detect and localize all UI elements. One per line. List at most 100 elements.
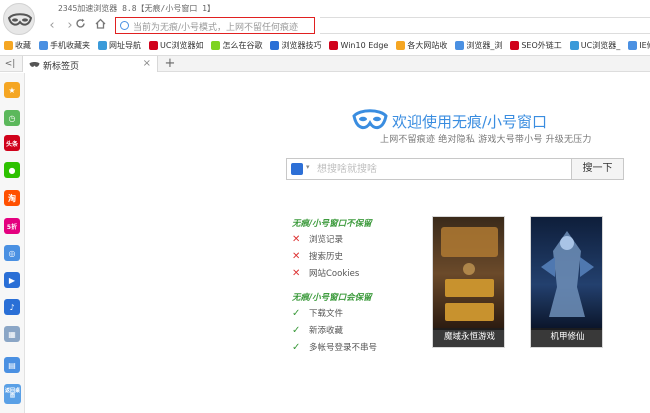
bookmark-item[interactable]: 手机收藏夹 — [39, 40, 90, 51]
bookmark-favicon-icon — [396, 41, 406, 50]
bookmark-label: 收藏 — [15, 41, 31, 50]
bookmark-label: 怎么在谷歌 — [222, 41, 263, 50]
address-placeholder: 当前为无痕/小号模式，上网不留任何痕迹 — [133, 23, 299, 33]
shopping-5zhe-icon[interactable]: 5折 — [4, 218, 20, 234]
new-tab-button[interactable]: + — [163, 56, 177, 72]
search-engine-icon[interactable] — [291, 163, 303, 175]
search-button[interactable]: 搜一下 — [571, 158, 624, 180]
not-saved-heading: 无痕/小号窗口不保留 — [292, 219, 372, 229]
bookmark-item[interactable]: 收藏 — [4, 40, 31, 51]
bookmark-favicon-icon — [329, 41, 339, 50]
address-bar-extension[interactable] — [320, 17, 650, 34]
bookmark-item[interactable]: 怎么在谷歌 — [211, 40, 262, 51]
address-bar[interactable]: 当前为无痕/小号模式，上网不留任何痕迹 — [115, 17, 315, 34]
list-item: ✓ 新添收藏 — [292, 324, 344, 337]
toutiao-icon[interactable]: 头条 — [4, 135, 20, 151]
notes-book-icon[interactable]: ▤ — [4, 357, 20, 373]
sidebar: ★ ◷ 头条 ● 淘 5折 ◎ ▶ ♪ ▦ ▤ 返回桌面 — [0, 73, 25, 413]
bookmark-item[interactable]: 浏览器_浏 — [455, 40, 502, 51]
bookmark-label: 网址导航 — [109, 41, 141, 50]
bookmark-favicon-icon — [39, 41, 48, 50]
home-icon[interactable] — [92, 18, 108, 34]
bookmark-label: 各大网站收 — [407, 41, 448, 50]
bookmark-favicon-icon — [270, 41, 280, 50]
bookmark-label: IE修复 - I — [639, 41, 650, 50]
welcome-title: 欢迎使用无痕/小号窗口 — [392, 113, 548, 131]
welcome-subtitle: 上网不留痕迹 绝对隐私 游戏大号带小号 升级无压力 — [380, 135, 592, 145]
bookmark-label: 手机收藏夹 — [50, 41, 90, 50]
bookmark-item[interactable]: 各大网站收 — [396, 40, 447, 51]
favorites-star-icon[interactable]: ★ — [4, 82, 20, 98]
bookmark-item[interactable]: IE修复 - I — [628, 40, 650, 51]
browser-logo[interactable] — [3, 3, 35, 35]
nav-bar: ‹ › 当前为无痕/小号模式，上网不留任何痕迹 — [0, 16, 650, 36]
game-card-label: 魔域永恒游戏 — [433, 328, 504, 347]
privacy-shield-icon — [120, 21, 129, 30]
game-card-jijia[interactable]: 机甲修仙 — [530, 216, 603, 348]
taobao-icon[interactable]: 淘 — [4, 190, 20, 206]
game-banner-image — [433, 217, 504, 330]
chevron-down-icon[interactable]: ▾ — [306, 163, 310, 171]
video-film-icon[interactable]: ▶ — [4, 272, 20, 288]
cross-icon: ✕ — [292, 233, 301, 245]
bookmark-item[interactable]: SEO外链工 — [510, 40, 562, 51]
game-banner-image — [531, 217, 602, 330]
tab-strip: <| 新标签页 × + — [0, 55, 650, 72]
search-box: ▾ — [286, 158, 572, 180]
cross-icon: ✕ — [292, 267, 301, 279]
bookmark-label: SEO外链工 — [521, 41, 562, 50]
bookmark-item[interactable]: Win10 Edge — [329, 41, 388, 50]
bookmark-item[interactable]: 网址导航 — [98, 40, 141, 51]
game-card-moyu[interactable]: 魔域永恒游戏 — [432, 216, 505, 348]
check-icon: ✓ — [292, 341, 301, 353]
list-item-label: 搜索历史 — [309, 252, 344, 262]
back-arrow-icon[interactable]: ‹ — [44, 18, 60, 34]
bookmark-item[interactable]: 浏览器技巧 — [270, 40, 321, 51]
list-item: ✓ 多帐号登录不串号 — [292, 341, 378, 354]
history-clock-icon[interactable]: ◷ — [4, 110, 20, 126]
game-card-label: 机甲修仙 — [531, 328, 602, 347]
saved-heading: 无痕/小号窗口会保留 — [292, 293, 372, 303]
bookmark-favicon-icon — [569, 41, 579, 50]
welcome-mask-icon — [352, 109, 388, 130]
list-item-label: 新添收藏 — [309, 326, 344, 336]
bookmark-favicon-icon — [455, 41, 465, 50]
music-note-icon[interactable]: ♪ — [4, 299, 20, 315]
bookmark-favicon-icon — [98, 41, 107, 50]
title-bar: 2345加速浏览器 8.8【无痕/小号窗口 1】 — [0, 0, 650, 35]
bookmark-favicon-icon — [149, 41, 158, 50]
search-input[interactable] — [317, 160, 567, 178]
bookmark-favicon-icon — [628, 41, 638, 50]
tab-label: 新标签页 — [43, 62, 80, 72]
list-item-label: 下载文件 — [309, 309, 344, 319]
refresh-icon[interactable] — [72, 18, 88, 34]
list-item: ✕ 搜索历史 — [292, 250, 344, 263]
bookmark-label: UC浏览器如 — [160, 41, 204, 50]
mask-tab-icon — [29, 62, 40, 67]
tab-new-tab-page[interactable]: 新标签页 × — [22, 56, 158, 72]
bookmark-label: 浏览器_浏 — [466, 41, 503, 50]
window-title: 2345加速浏览器 8.8【无痕/小号窗口 1】 — [58, 4, 215, 13]
bookmark-item[interactable]: UC浏览器_ — [569, 40, 620, 51]
list-item-label: 多帐号登录不串号 — [309, 343, 378, 353]
bookmarks-bar: 收藏 手机收藏夹 网址导航 UC浏览器如 怎么在谷歌 浏览器技巧 Win10 Edge 各大网… — [0, 38, 650, 53]
bookmark-label: Win10 Edge — [340, 41, 389, 50]
bookmark-item[interactable]: UC浏览器如 — [149, 40, 203, 51]
bookmark-favicon-icon — [211, 41, 221, 50]
sidebar-toggle-icon[interactable]: <| — [2, 58, 18, 70]
cross-icon: ✕ — [292, 250, 301, 262]
bookmark-favicon-icon — [4, 41, 13, 50]
tab-close-icon[interactable]: × — [143, 58, 151, 69]
bookmark-label: 浏览器技巧 — [281, 41, 322, 50]
wechat-icon[interactable]: ● — [4, 162, 20, 178]
list-item-label: 网站Cookies — [309, 269, 360, 279]
check-icon: ✓ — [292, 307, 301, 319]
calculator-icon[interactable]: ▦ — [4, 326, 20, 342]
game-controller-icon[interactable]: ◎ — [4, 245, 20, 261]
list-item: ✓ 下载文件 — [292, 307, 344, 320]
bookmark-favicon-icon — [510, 41, 520, 50]
list-item: ✕ 浏览记录 — [292, 233, 343, 246]
back-to-desktop-icon[interactable]: 返回桌面 — [4, 384, 21, 404]
list-item: ✕ 网站Cookies — [292, 267, 360, 280]
mask-logo-icon — [8, 13, 32, 26]
